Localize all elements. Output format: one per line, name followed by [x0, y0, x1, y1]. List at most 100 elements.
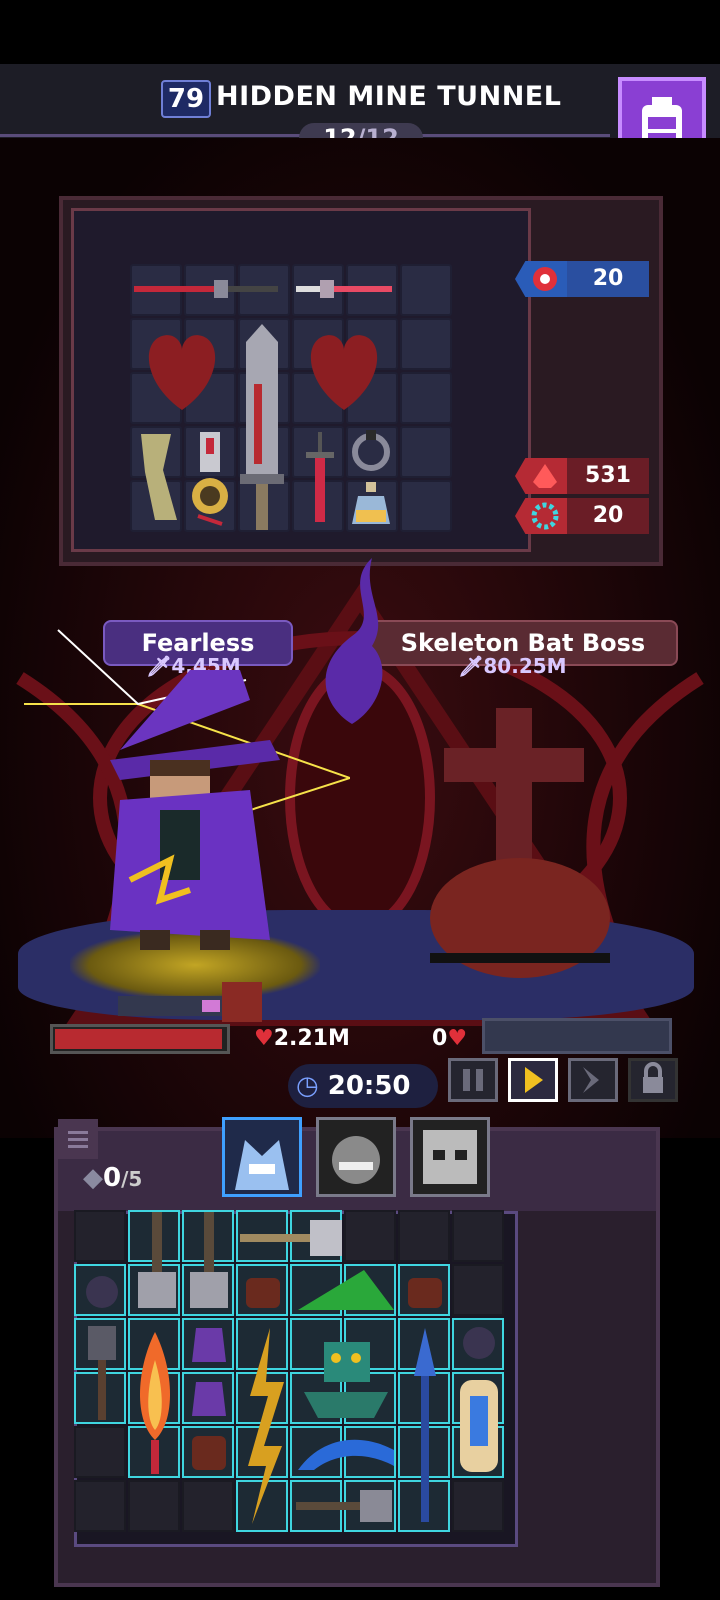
enemy-grid-cell[interactable]: [400, 264, 452, 316]
dragon-pet-item[interactable]: [294, 1322, 398, 1422]
sledgehammer-item[interactable]: [240, 1216, 344, 1260]
tab-hero-wolf[interactable]: [222, 1117, 302, 1197]
shadow-orb-item-1[interactable]: [80, 1270, 124, 1314]
dagger-icon: [134, 280, 278, 298]
player-grid-cell[interactable]: [74, 1480, 126, 1532]
enemy-grid-cell[interactable]: [400, 318, 452, 370]
enemy-grid-cell[interactable]: [400, 426, 452, 478]
tab-hero-golem[interactable]: [316, 1117, 396, 1197]
dagger-icon: [306, 432, 334, 522]
heart-item-1[interactable]: [142, 322, 222, 412]
claw-icon: [192, 1382, 226, 1416]
warhammer-item-2[interactable]: [186, 1212, 232, 1312]
holy-shield-item[interactable]: [456, 1376, 502, 1476]
blue-wave-item[interactable]: [294, 1430, 398, 1476]
shadow-orb-item-2[interactable]: [456, 1320, 502, 1366]
player-grid-cell[interactable]: [182, 1480, 234, 1532]
enemy-hp-bar: [482, 1018, 672, 1054]
player-grid-cell[interactable]: [128, 1480, 180, 1532]
lightning-bolt-item[interactable]: [240, 1326, 290, 1526]
purple-claw-item-2[interactable]: [186, 1376, 232, 1422]
anatomical-heart-icon: [310, 335, 378, 410]
leather-glove-item-2[interactable]: [402, 1272, 448, 1312]
pause-button[interactable]: [448, 1058, 498, 1102]
ruby-sword-item[interactable]: [296, 278, 396, 300]
wolf-portrait-icon: [235, 1140, 289, 1190]
player-grid-cell[interactable]: [74, 1426, 126, 1478]
bag-capacity-total: /5: [121, 1167, 143, 1191]
hammer-icon: [296, 1490, 392, 1522]
battle-timer: ◷ 20:50: [288, 1064, 438, 1108]
sword-icon: [296, 280, 392, 298]
potion-icon: [352, 482, 390, 524]
level-title: HIDDEN MINE TUNNEL: [216, 81, 562, 112]
tombstone-icon: [430, 708, 610, 978]
wizard-sprite: [110, 670, 280, 950]
hammer-icon: [190, 1212, 228, 1308]
crimson-dagger-item[interactable]: [134, 278, 290, 300]
leather-glove-item-1[interactable]: [240, 1272, 286, 1312]
lightning-icon: [248, 1328, 284, 1524]
bag-capacity-current: 0: [103, 1163, 122, 1193]
boomerang-icon: [141, 434, 177, 520]
enemy-grid-cell[interactable]: [400, 480, 452, 532]
glove-icon: [408, 1278, 442, 1308]
enemy-hp: 0♥: [432, 1026, 467, 1051]
enemy-power-value: 80.25M: [483, 654, 567, 678]
menu-icon[interactable]: [58, 1119, 98, 1159]
player-hp-bar: [50, 1024, 230, 1054]
bag-capacity: ◆0/5: [83, 1163, 142, 1193]
level-number-badge: 79: [161, 80, 211, 118]
bone-boomerang-item[interactable]: [135, 430, 183, 526]
mace-icon: [88, 1326, 116, 1420]
player-grid-cell[interactable]: [74, 1210, 126, 1262]
amulet-icon: [192, 432, 228, 526]
fast-forward-button[interactable]: [568, 1058, 618, 1102]
enemy-attack-value: 20: [567, 261, 649, 297]
heart-icon: ♥: [254, 1026, 274, 1051]
glove-icon: [192, 1436, 226, 1470]
amulet-item[interactable]: [188, 430, 232, 526]
warhammer-item-1[interactable]: [134, 1212, 180, 1312]
attack-icon: [515, 261, 567, 297]
potion-item[interactable]: [348, 480, 394, 526]
greatsword-icon: [240, 324, 284, 530]
greatsword-item[interactable]: [240, 324, 284, 530]
enemy-defense-value: 20: [567, 498, 649, 534]
enemy-grave-boss[interactable]: [430, 708, 610, 978]
tab-hero-skeleton[interactable]: [410, 1117, 490, 1197]
enemy-health-value: 531: [567, 458, 649, 494]
play-icon: [525, 1067, 543, 1093]
player-grid-cell[interactable]: [344, 1210, 396, 1262]
diamond-icon: ◆: [83, 1163, 103, 1193]
hammer-icon: [240, 1220, 342, 1256]
red-dagger-item[interactable]: [300, 432, 340, 528]
mace-item[interactable]: [80, 1324, 124, 1424]
player-grid-cell[interactable]: [398, 1210, 450, 1262]
fire-icon: [139, 1332, 171, 1474]
anatomical-heart-icon: [148, 335, 216, 410]
leather-glove-item-3[interactable]: [186, 1430, 232, 1476]
battle-timer-value: 20:50: [327, 1071, 411, 1101]
player-hp-value: 2.21M: [273, 1026, 350, 1051]
blue-spear-item[interactable]: [402, 1326, 448, 1526]
skeleton-portrait-icon: [423, 1130, 477, 1184]
enemy-grid-cell[interactable]: [400, 372, 452, 424]
player-grid-cell[interactable]: [452, 1264, 504, 1316]
lock-icon: [643, 1062, 663, 1093]
green-witch-hat-item[interactable]: [294, 1268, 398, 1314]
orb-icon: [463, 1327, 495, 1359]
purple-claw-item-1[interactable]: [186, 1322, 232, 1372]
heart-item-2[interactable]: [304, 322, 384, 412]
stone-hammer-item[interactable]: [296, 1486, 396, 1526]
player-wizard-character[interactable]: [100, 660, 300, 960]
player-grid-cell[interactable]: [452, 1480, 504, 1532]
hammer-icon: [138, 1212, 176, 1308]
ring-item[interactable]: [348, 428, 394, 472]
play-button[interactable]: [508, 1058, 558, 1102]
clock-icon: ◷: [296, 1071, 319, 1101]
player-grid-cell[interactable]: [452, 1210, 504, 1262]
locked-speed-button[interactable]: [628, 1058, 678, 1102]
pause-icon: [463, 1069, 483, 1091]
flame-staff-item[interactable]: [130, 1330, 180, 1476]
